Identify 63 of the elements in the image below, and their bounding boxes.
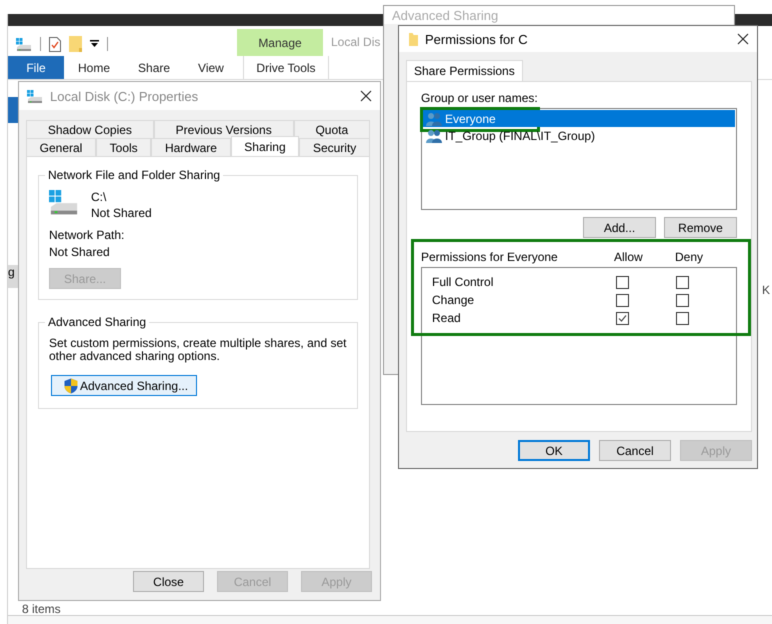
users-icon: [426, 112, 442, 126]
column-header: Allow: [614, 250, 644, 265]
dialog-button[interactable]: Close: [133, 571, 204, 592]
group-heading: Advanced Sharing: [45, 315, 150, 329]
column-header: Deny: [675, 250, 704, 265]
user-name: IT_Group (FINAL\IT_Group): [445, 128, 596, 142]
file-menu-tab[interactable]: File: [8, 56, 64, 79]
dialog-title: Permissions for C: [425, 32, 529, 46]
list-button[interactable]: Remove: [664, 217, 737, 238]
checkbox[interactable]: [676, 276, 689, 288]
tab[interactable]: Security: [299, 138, 370, 156]
tab[interactable]: Previous Versions: [154, 120, 294, 138]
field-value: Not Shared: [49, 245, 111, 259]
window-title: Local Dis: [330, 35, 380, 51]
share-status: Not Shared: [91, 206, 152, 220]
ribbon-tab[interactable]: View: [184, 56, 238, 79]
user-list[interactable]: Everyone IT_Group (FINAL\IT_Group): [421, 108, 737, 210]
tab[interactable]: General: [26, 138, 96, 156]
tab[interactable]: Tools: [96, 138, 152, 156]
status-bar-text: 8 items: [22, 602, 61, 616]
checkbox[interactable]: [676, 294, 689, 306]
column-text: K: [762, 283, 770, 297]
folder-icon: [409, 32, 418, 46]
dialog-title: Advanced Sharing: [392, 8, 500, 23]
ribbon-tab[interactable]: Share: [124, 56, 184, 79]
description-text: Set custom permissions, create multiple shares, and set other advanced sharing options.: [49, 337, 347, 363]
list-item[interactable]: Everyone: [423, 110, 735, 127]
shield-icon: [64, 378, 78, 394]
drive-icon[interactable]: [16, 38, 32, 50]
close-icon[interactable]: [360, 90, 372, 102]
list-button[interactable]: Add...: [583, 217, 656, 238]
field-label: Network Path:: [49, 228, 126, 242]
dialog-button[interactable]: OK: [518, 440, 590, 461]
user-name: Everyone: [445, 112, 496, 126]
drive-icon: [27, 90, 43, 102]
permission-name: Change: [432, 293, 476, 307]
dropdown-icon[interactable]: [90, 40, 99, 48]
list-item[interactable]: IT_Group (FINAL\IT_Group): [423, 127, 735, 144]
advanced-sharing-button[interactable]: Advanced Sharing...: [51, 375, 198, 396]
section-label: Permissions for Everyone: [421, 250, 559, 265]
checkbox[interactable]: [676, 312, 689, 324]
document-check-icon[interactable]: [49, 36, 61, 52]
drive-icon: [49, 190, 79, 216]
group-heading: Network File and Folder Sharing: [45, 168, 224, 182]
tab[interactable]: Share Permissions: [406, 60, 523, 81]
tab[interactable]: Sharing: [230, 136, 300, 156]
checkbox[interactable]: [616, 294, 629, 306]
dialog-title: Local Disk (C:) Properties: [50, 88, 200, 104]
ribbon-tab[interactable]: Home: [64, 56, 124, 79]
close-icon[interactable]: [737, 33, 749, 45]
checkbox[interactable]: [616, 276, 629, 288]
tab[interactable]: Quota: [294, 120, 370, 138]
ribbon-context-label: Manage: [237, 29, 323, 56]
tab[interactable]: Shadow Copies: [26, 120, 154, 138]
share-path: C:\: [91, 190, 108, 204]
sidebar-item[interactable]: g: [8, 265, 19, 288]
permission-name: Full Control: [432, 275, 494, 289]
permission-name: Read: [432, 311, 462, 325]
users-icon: [426, 128, 442, 142]
dialog-button[interactable]: Cancel: [599, 440, 671, 461]
list-label: Group or user names:: [421, 91, 539, 105]
checkbox[interactable]: [616, 312, 629, 324]
tab[interactable]: Hardware: [151, 138, 231, 156]
